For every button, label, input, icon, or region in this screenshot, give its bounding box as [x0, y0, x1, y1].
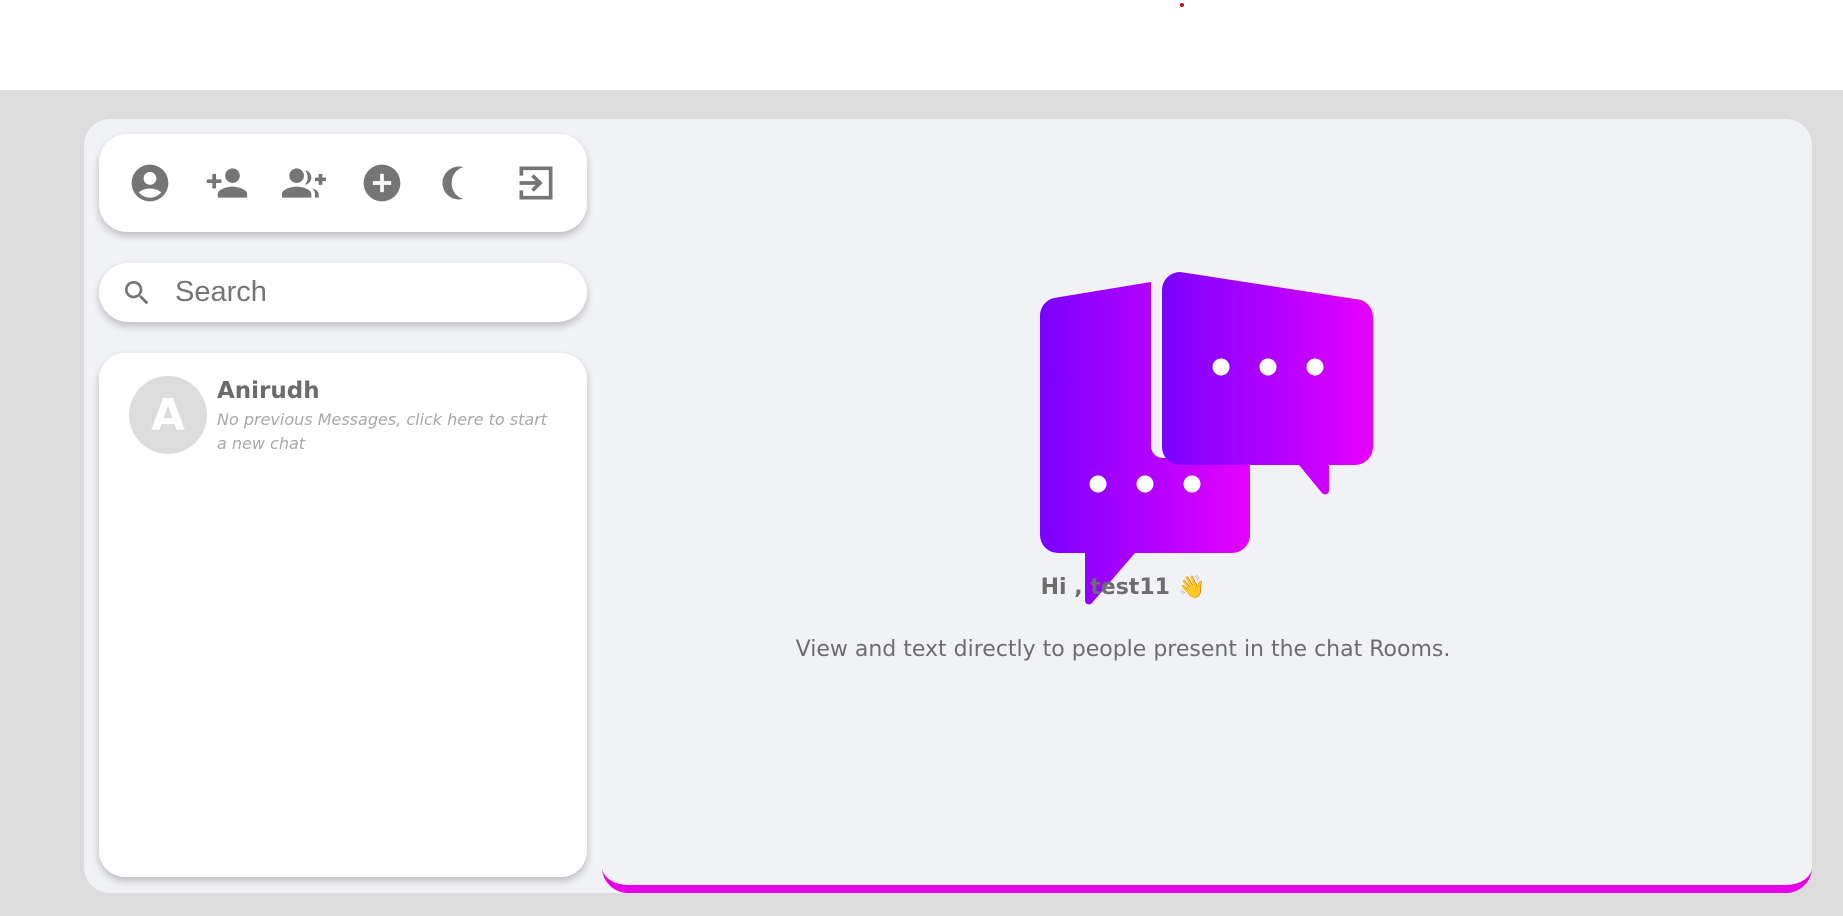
- logout-button[interactable]: [509, 156, 563, 210]
- avatar: A: [129, 376, 207, 454]
- dot: [1089, 475, 1107, 493]
- dot: [1259, 358, 1277, 376]
- app-container: A Anirudh No previous Messages, click he…: [84, 119, 1812, 893]
- wave-emoji: 👋: [1177, 575, 1206, 600]
- add-circle-icon: [363, 164, 400, 202]
- sidebar-toolbar: [99, 134, 587, 232]
- profile-button[interactable]: [123, 156, 177, 210]
- chat-list: A Anirudh No previous Messages, click he…: [99, 353, 587, 877]
- chat-preview: No previous Messages, click here to star…: [217, 410, 548, 453]
- account-circle-icon: [131, 164, 169, 202]
- person-add-icon: [207, 168, 248, 198]
- greeting-text: Hi , test11: [1040, 575, 1170, 600]
- search-bar: [99, 263, 587, 322]
- search-icon: [121, 277, 153, 309]
- back-bubble: [1162, 272, 1373, 495]
- welcome-subtitle: View and text directly to people present…: [795, 637, 1451, 662]
- top-bar: [0, 0, 1843, 90]
- dark-mode-toggle[interactable]: [432, 156, 486, 210]
- red-dot: [1180, 3, 1184, 7]
- add-button[interactable]: [355, 156, 409, 210]
- dot: [1136, 475, 1154, 493]
- group-add-icon: [282, 168, 327, 198]
- dot: [1306, 358, 1324, 376]
- add-friend-button[interactable]: [200, 156, 254, 210]
- chat-bubbles-icon: [1040, 272, 1373, 605]
- dot: [1212, 358, 1230, 376]
- logout-icon: [519, 166, 553, 200]
- dot: [1183, 475, 1201, 493]
- chat-name: Anirudh: [217, 378, 320, 404]
- create-group-button[interactable]: [277, 156, 331, 210]
- greeting: Hi , test11 👋: [518, 575, 1728, 600]
- page-background: A Anirudh No previous Messages, click he…: [0, 90, 1843, 916]
- dark-mode-icon: [442, 166, 464, 200]
- list-item[interactable]: A Anirudh No previous Messages, click he…: [129, 376, 559, 456]
- search-input[interactable]: [173, 275, 557, 310]
